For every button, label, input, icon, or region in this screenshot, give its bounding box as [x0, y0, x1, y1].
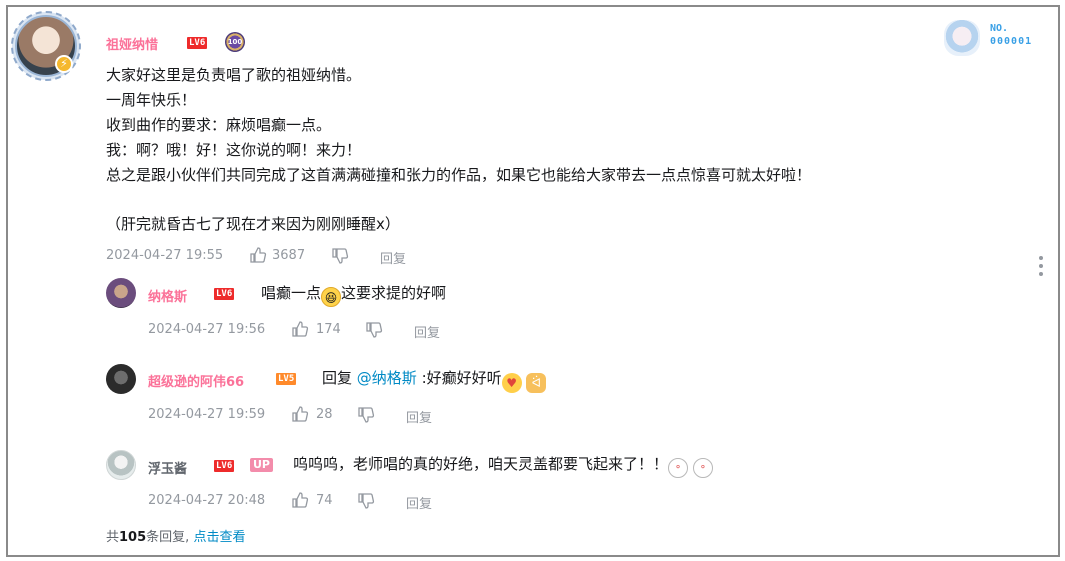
reply-prefix: 回复	[322, 369, 357, 387]
view-replies-link[interactable]: 点击查看	[193, 530, 245, 545]
reply-button[interactable]: 回复	[380, 248, 406, 267]
main-username[interactable]: 祖娅纳惜	[106, 34, 158, 53]
thumbs-down-icon	[332, 248, 349, 264]
view-more-replies: 共105条回复, 点击查看	[106, 526, 245, 545]
thumbs-up-icon	[250, 247, 267, 263]
comment-line-3: 收到曲作的要求：麻烦唱癫一点。	[106, 116, 332, 134]
like-count: 28	[316, 407, 333, 422]
reply-text-part: 呜呜呜，老师唱的真的好绝，咱天灵盖都要飞起来了！！	[293, 455, 669, 473]
up-tag: UP	[250, 458, 273, 472]
reply-text-part: :好癫好好听	[416, 369, 502, 387]
thumbs-down-icon	[358, 493, 375, 509]
reply-avatar[interactable]	[106, 364, 136, 394]
comment-time: 2024-04-27 19:55	[106, 248, 224, 263]
heart-face-emoji-icon: ♥	[501, 373, 522, 393]
dislike-button[interactable]	[357, 492, 375, 514]
like-count: 3687	[272, 248, 306, 263]
mention-link[interactable]: @纳格斯	[357, 369, 417, 387]
reply-text: 回复 @纳格斯 :好癫好好听 ♥ ᐛ	[322, 367, 547, 393]
thumbs-up-icon	[292, 321, 309, 337]
avatar-pendant	[11, 11, 81, 81]
laugh-emoji-icon: 😆	[321, 287, 342, 307]
reply-button[interactable]: 回复	[414, 322, 440, 341]
reply-count: 105	[119, 530, 147, 545]
level-badge: LV6	[187, 37, 208, 49]
reply-text: 呜呜呜，老师唱的真的好绝，咱天灵盖都要飞起来了！！ ᐤ ᐤ	[293, 453, 713, 478]
like-button[interactable]	[291, 405, 309, 427]
reply-button[interactable]: 回复	[406, 493, 432, 512]
reply-time: 2024-04-27 19:56	[148, 322, 266, 337]
reply-avatar[interactable]	[106, 450, 136, 480]
reply-username[interactable]: 浮玉酱	[148, 458, 187, 477]
reply-avatar[interactable]	[106, 278, 136, 308]
reply-text-part: 这要求提的好啊	[341, 284, 447, 302]
level-badge: LV6	[214, 288, 235, 300]
footer-prefix: 共	[106, 530, 120, 545]
comment-line-5: 总之是跟小伙伴们共同完成了这首满满碰撞和张力的作品，如果它也能给大家带去一点点惊…	[106, 166, 812, 184]
thumbs-up-icon	[292, 492, 309, 508]
fan-card-label: NO.	[990, 23, 1009, 34]
comment-line-1: 大家好这里是负责唱了歌的祖娅纳惜。	[106, 66, 362, 84]
dislike-button[interactable]	[331, 247, 349, 269]
level-badge: LV6	[214, 460, 235, 472]
comment-line-4: 我：啊？哦！好！这你说的啊！来力！	[106, 141, 362, 159]
footer-suffix: 条回复,	[146, 530, 190, 545]
reply-button[interactable]: 回复	[406, 407, 432, 426]
more-options-icon[interactable]	[1037, 256, 1045, 276]
like-button[interactable]	[291, 320, 309, 342]
cat-emoji-icon: ᐛ	[526, 373, 547, 393]
fan-medal-icon[interactable]: 100	[225, 32, 245, 52]
lightning-badge-icon: ⚡	[55, 55, 73, 73]
crying-emoji-icon: ᐤ	[668, 458, 689, 478]
reply-username[interactable]: 超级逊的阿伟66	[148, 371, 244, 390]
fan-card-number: 000001	[990, 36, 1033, 47]
like-count: 74	[316, 493, 333, 508]
reply-text: 唱癫一点 😆 这要求提的好啊	[261, 282, 446, 307]
comment-line-6: （肝完就昏古七了现在才来因为刚刚睡醒x）	[106, 215, 400, 233]
level-badge: LV5	[276, 373, 297, 385]
fan-card-avatar-icon	[944, 20, 980, 56]
reply-time: 2024-04-27 20:48	[148, 493, 266, 508]
reply-time: 2024-04-27 19:59	[148, 407, 266, 422]
user-avatar[interactable]: ⚡	[11, 11, 81, 81]
fan-card[interactable]: NO. 000001	[944, 20, 1044, 60]
like-button[interactable]	[249, 246, 267, 268]
crying-emoji-icon: ᐤ	[692, 458, 713, 478]
dislike-button[interactable]	[357, 406, 375, 428]
thumbs-down-icon	[358, 407, 375, 423]
like-button[interactable]	[291, 491, 309, 513]
reply-username[interactable]: 纳格斯	[148, 286, 187, 305]
comment-line-2: 一周年快乐！	[106, 91, 197, 109]
reply-text-part: 唱癫一点	[261, 284, 322, 302]
like-count: 174	[316, 322, 341, 337]
thumbs-up-icon	[292, 406, 309, 422]
dislike-button[interactable]	[365, 321, 383, 343]
thumbs-down-icon	[366, 322, 383, 338]
